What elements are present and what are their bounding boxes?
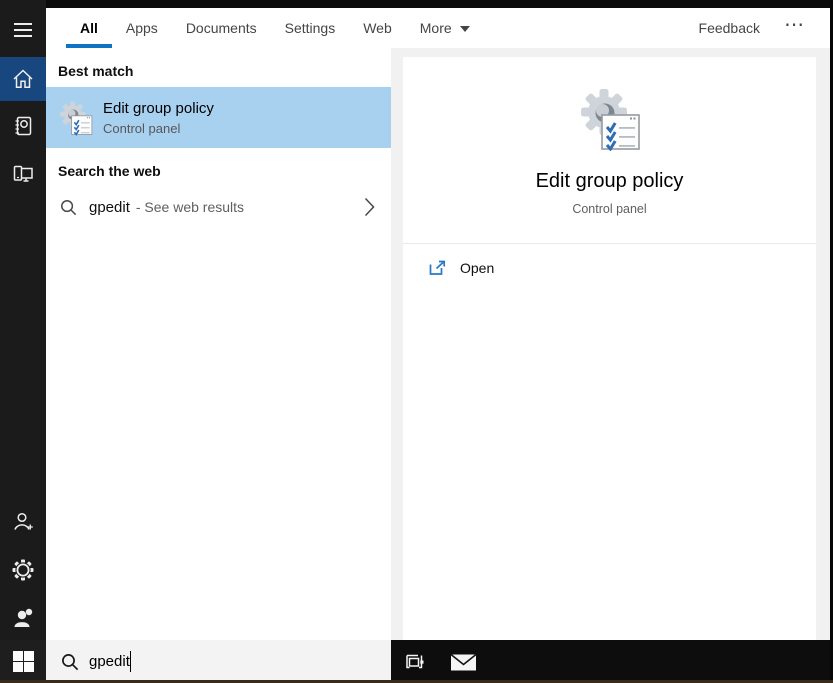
open-action[interactable]: Open bbox=[403, 244, 816, 284]
window-top-border bbox=[0, 0, 833, 8]
preview-title: Edit group policy bbox=[535, 170, 684, 192]
sidebar-item-home[interactable] bbox=[0, 57, 46, 101]
best-match-texts: Edit group policy Control panel bbox=[103, 100, 214, 136]
open-external-icon bbox=[429, 260, 446, 275]
chevron-down-icon bbox=[459, 26, 470, 32]
hamburger-icon bbox=[14, 23, 32, 37]
group-policy-icon bbox=[60, 101, 93, 136]
sidebar-item-notebook[interactable] bbox=[0, 104, 46, 148]
tabbar-right-group: Feedback ⋯ bbox=[699, 8, 830, 48]
search-icon bbox=[61, 199, 77, 215]
tab-documents-label: Documents bbox=[185, 20, 257, 36]
task-view-icon bbox=[406, 654, 424, 668]
open-action-label: Open bbox=[460, 260, 495, 276]
more-options-button[interactable]: ⋯ bbox=[784, 15, 804, 36]
tab-web-label: Web bbox=[363, 20, 392, 36]
tab-documents[interactable]: Documents bbox=[172, 8, 271, 48]
gear-icon bbox=[12, 559, 34, 581]
web-result-query: gpedit bbox=[89, 198, 130, 216]
preview-subtitle: Control panel bbox=[572, 202, 647, 216]
task-view-button[interactable] bbox=[395, 640, 435, 683]
search-filter-tabbar: All Apps Documents Settings Web More Fee… bbox=[46, 8, 830, 48]
search-icon bbox=[61, 653, 79, 671]
mail-button[interactable] bbox=[444, 640, 484, 683]
sidebar-item-settings[interactable] bbox=[0, 548, 46, 592]
taskbar-search-box[interactable] bbox=[46, 640, 391, 683]
best-match-title: Edit group policy bbox=[103, 99, 214, 117]
start-button[interactable] bbox=[0, 640, 46, 683]
tab-more-label: More bbox=[419, 20, 452, 36]
tab-apps-label: Apps bbox=[125, 20, 158, 36]
left-rail bbox=[0, 0, 46, 640]
sidebar-item-feedback-person[interactable] bbox=[0, 596, 46, 640]
preview-area: Edit group policy Control panel Open bbox=[391, 48, 830, 640]
best-match-subtitle: Control panel bbox=[103, 120, 181, 136]
web-search-result[interactable]: gpedit - See web results bbox=[46, 186, 391, 228]
sidebar-item-account[interactable] bbox=[0, 499, 46, 543]
feedback-person-icon bbox=[14, 608, 33, 627]
group-policy-icon-large bbox=[579, 87, 641, 156]
search-web-header: Search the web bbox=[58, 163, 161, 179]
results-panel: Best match Edit group policy Control pan… bbox=[46, 48, 391, 640]
tab-all-label: All bbox=[80, 20, 98, 36]
tab-web[interactable]: Web bbox=[349, 8, 406, 48]
text-caret bbox=[130, 651, 131, 672]
windows-logo-icon bbox=[12, 651, 34, 672]
home-icon bbox=[13, 69, 33, 88]
chevron-right-icon bbox=[364, 197, 375, 217]
tab-apps[interactable]: Apps bbox=[112, 8, 172, 48]
best-match-result[interactable]: Edit group policy Control panel bbox=[46, 87, 391, 148]
devices-icon bbox=[13, 165, 33, 182]
web-result-annotation: - See web results bbox=[135, 199, 245, 215]
notebook-icon bbox=[15, 116, 32, 136]
tab-settings-label: Settings bbox=[284, 20, 336, 36]
feedback-button[interactable]: Feedback bbox=[699, 20, 760, 36]
tab-settings[interactable]: Settings bbox=[271, 8, 350, 48]
mail-icon bbox=[450, 653, 477, 670]
best-match-header: Best match bbox=[58, 63, 134, 79]
preview-panel: Edit group policy Control panel Open bbox=[403, 57, 816, 640]
tab-more[interactable]: More bbox=[406, 8, 484, 48]
sidebar-item-devices[interactable] bbox=[0, 152, 46, 196]
add-account-icon bbox=[14, 512, 33, 530]
search-input[interactable] bbox=[89, 653, 329, 670]
tab-all[interactable]: All bbox=[66, 8, 112, 48]
hamburger-menu-button[interactable] bbox=[0, 12, 46, 48]
search-flyout-window: All Apps Documents Settings Web More Fee… bbox=[0, 0, 833, 683]
taskbar bbox=[0, 640, 833, 683]
